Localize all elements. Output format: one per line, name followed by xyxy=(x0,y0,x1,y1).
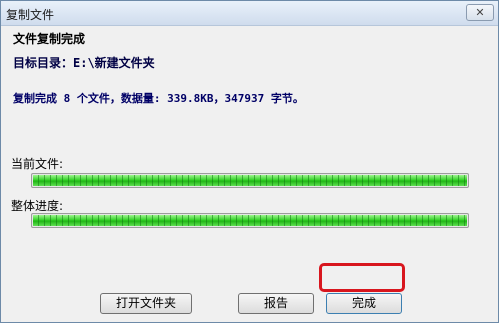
copy-summary: 复制完成 8 个文件，数据量: 339.8KB，347937 字节。 xyxy=(13,92,304,105)
open-folder-button[interactable]: 打开文件夹 xyxy=(100,293,192,314)
title-bar[interactable]: 复制文件 ✕ xyxy=(1,1,498,26)
dialog-content: 文件复制完成 目标目录：E:\新建文件夹 复制完成 8 个文件，数据量: 339… xyxy=(2,26,497,321)
close-button[interactable]: ✕ xyxy=(466,4,494,21)
current-file-label: 当前文件: xyxy=(11,157,64,171)
current-file-progress-fill xyxy=(33,175,467,186)
overall-progress-label: 整体进度: xyxy=(11,199,64,213)
copy-file-dialog: 复制文件 ✕ 文件复制完成 目标目录：E:\新建文件夹 复制完成 8 个文件，数… xyxy=(0,0,499,323)
done-button-highlight xyxy=(319,263,405,292)
target-directory: 目标目录：E:\新建文件夹 xyxy=(13,56,155,70)
completion-heading: 文件复制完成 xyxy=(13,32,86,46)
done-button[interactable]: 完成 xyxy=(326,293,402,314)
overall-progress-bar xyxy=(31,213,469,228)
report-button[interactable]: 报告 xyxy=(238,293,314,314)
close-icon: ✕ xyxy=(475,6,485,19)
window-title: 复制文件 xyxy=(6,8,55,22)
overall-progress-fill xyxy=(33,215,467,226)
current-file-progress-bar xyxy=(31,173,469,188)
